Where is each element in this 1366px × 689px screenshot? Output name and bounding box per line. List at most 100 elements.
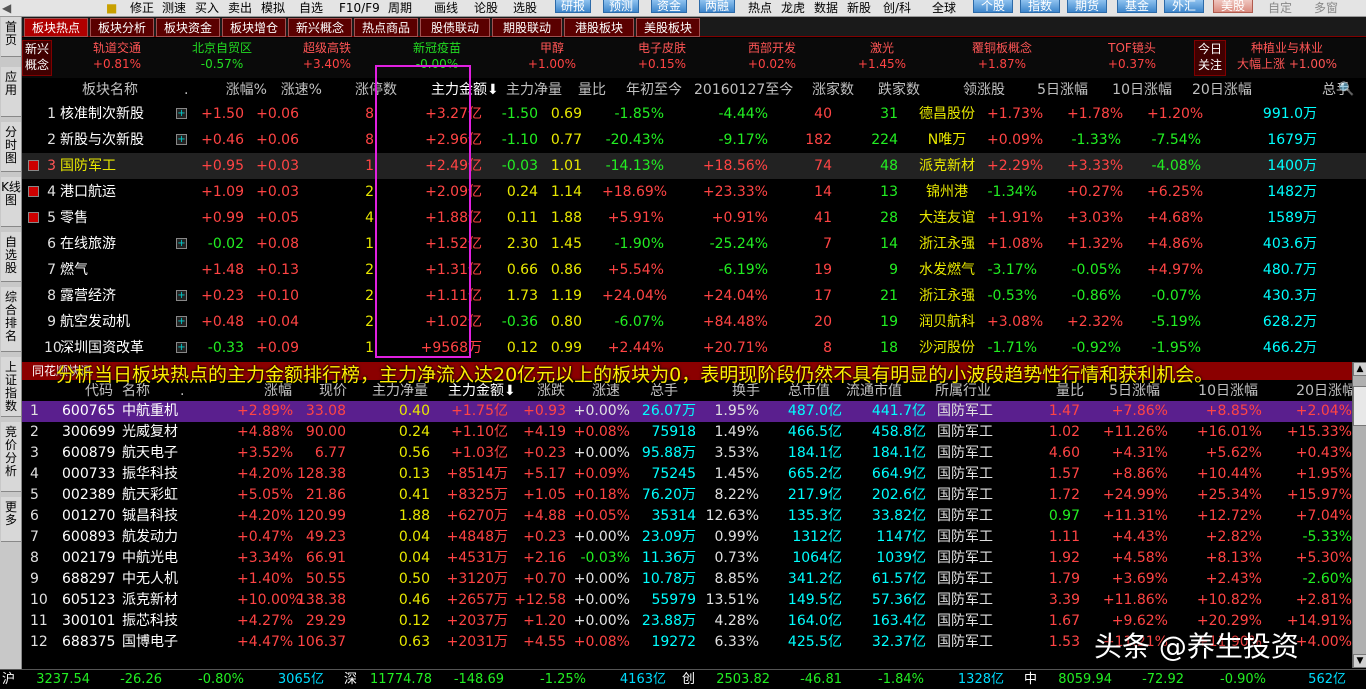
toolbar-us[interactable]: 美股: [1213, 0, 1253, 13]
stock-row[interactable]: 6 001270 铖昌科技 +4.20% 120.99 1.88 +6270万 +4.88 +0…: [22, 506, 1352, 527]
ticker-item-9[interactable]: 覆铜板概念 +1.87%: [947, 40, 1057, 72]
board-cell-1[interactable]: 在线旅游: [60, 231, 155, 257]
scroll-down-icon[interactable]: ▼: [1353, 654, 1366, 668]
stock-cell-1[interactable]: 600879: [62, 443, 115, 464]
board-header-9[interactable]: 20160127至今: [694, 79, 793, 101]
tab-9[interactable]: 美股板块: [636, 18, 700, 37]
side-0[interactable]: 首页: [1, 17, 21, 57]
board-cell-1[interactable]: 国防军工: [60, 153, 155, 179]
toolbar-multi[interactable]: 多窗: [1314, 0, 1338, 17]
side-1[interactable]: 应用: [1, 67, 21, 117]
stock-cell-1[interactable]: 605123: [62, 590, 115, 611]
stock-row[interactable]: 5 002389 航天彩虹 +5.05% 21.86 0.41 +8325万 +1.05 +0.…: [22, 485, 1352, 506]
toolbar-watch[interactable]: 自选: [299, 0, 323, 17]
board-cell-1[interactable]: 深圳国资改革: [60, 335, 155, 361]
board-header-13[interactable]: 5日涨幅: [1030, 79, 1088, 101]
stock-header-1[interactable]: 名称: [122, 381, 177, 401]
stock-cell-2[interactable]: 派克新材: [122, 590, 192, 611]
board-row[interactable]: 4 港口航运 +1.09 +0.03 2 +2.09亿 0.24 1.14 +18.69% +23…: [22, 179, 1366, 205]
board-header-1[interactable]: .: [184, 79, 194, 101]
toolbar-data[interactable]: 数据: [814, 0, 838, 17]
stock-header-12[interactable]: 流通市值: [830, 381, 902, 401]
tab-2[interactable]: 板块资金: [156, 18, 220, 37]
status-sz-label[interactable]: 深: [344, 670, 357, 689]
toolbar-hot[interactable]: 热点: [748, 0, 772, 17]
tab-1[interactable]: 板块分析: [90, 18, 154, 37]
board-header-12[interactable]: 领涨股: [954, 79, 1014, 101]
board-header-7[interactable]: 量比: [574, 79, 606, 101]
board-cell-1[interactable]: 核准制次新股: [60, 101, 155, 127]
board-row[interactable]: +10 深圳国资改革 -0.33 +0.09 1 +9568万 0.12 0.99 +2.44%…: [22, 335, 1366, 361]
side-5[interactable]: 综合排名: [1, 287, 21, 352]
toolbar-sell[interactable]: 卖出: [228, 0, 252, 17]
stock-header-14[interactable]: 量比: [1012, 381, 1084, 401]
stock-header-13[interactable]: 所属行业: [935, 381, 1005, 401]
board-cell-12[interactable]: 水发燃气: [912, 257, 982, 283]
search-icon[interactable]: 🔍: [1338, 79, 1354, 101]
ticker-item-2[interactable]: 北京自贸区 -0.57%: [172, 40, 272, 72]
home-icon[interactable]: ■: [106, 0, 117, 17]
board-row[interactable]: +6 在线旅游 -0.02 +0.08 1 +1.52亿 2.30 1.45 -1.90% -25…: [22, 231, 1366, 257]
back-icon[interactable]: ◀: [2, 0, 18, 17]
board-header-2[interactable]: 涨幅%: [222, 79, 267, 101]
stock-cell-1[interactable]: 300101: [62, 611, 115, 632]
status-zh-label[interactable]: 中: [1024, 670, 1037, 689]
stock-header-5[interactable]: 主力净量: [356, 381, 428, 401]
expand-arrow-icon[interactable]: [28, 212, 39, 223]
stock-header-2[interactable]: .: [180, 381, 190, 401]
stock-cell-2[interactable]: 中航重机: [122, 401, 192, 422]
board-header-11[interactable]: 跌家数: [872, 79, 920, 101]
stock-row[interactable]: 3 600879 航天电子 +3.52% 6.77 0.56 +1.03亿 +0.23 +0.0…: [22, 443, 1352, 464]
board-row[interactable]: +2 新股与次新股 +0.46 +0.06 8 +2.96亿 -1.10 0.77 -20.43…: [22, 127, 1366, 153]
board-cell-1[interactable]: 燃气: [60, 257, 155, 283]
stock-cell-2[interactable]: 中航光电: [122, 548, 192, 569]
stock-header-9[interactable]: 总手: [620, 381, 678, 401]
board-cell-12[interactable]: 大连友谊: [912, 205, 982, 231]
stock-header-7[interactable]: 涨跌: [510, 381, 565, 401]
toolbar-period[interactable]: 周期: [388, 0, 412, 17]
toolbar-forecast[interactable]: 预测: [603, 0, 639, 13]
stock-cell-1[interactable]: 001270: [62, 506, 115, 527]
board-cell-12[interactable]: 沙河股份: [912, 335, 982, 361]
scroll-thumb[interactable]: [1353, 386, 1366, 426]
vertical-scrollbar[interactable]: ▲ ▼: [1352, 362, 1366, 668]
tab-4[interactable]: 新兴概念: [288, 18, 352, 37]
stock-cell-2[interactable]: 航天电子: [122, 443, 192, 464]
side-8[interactable]: 更多: [1, 497, 21, 542]
toolbar-f10[interactable]: F10/F9: [339, 0, 380, 17]
stock-header-16[interactable]: 10日涨幅: [1178, 381, 1258, 401]
board-cell-1[interactable]: 露营经济: [60, 283, 155, 309]
ticker-item-0[interactable]: 新兴 概念: [22, 40, 52, 76]
side-2[interactable]: 分时图: [1, 122, 21, 172]
stock-cell-2[interactable]: 航天彩虹: [122, 485, 192, 506]
toolbar-futures[interactable]: 期货: [1067, 0, 1107, 13]
ticker-item-10[interactable]: TOF镜头 +0.37%: [1072, 40, 1192, 72]
board-header-8[interactable]: 年初至今: [620, 79, 682, 101]
board-row[interactable]: 3 国防军工 +0.95 +0.03 1 +2.49亿 -0.03 1.01 -14.13% +1…: [22, 153, 1366, 179]
status-cy-label[interactable]: 创: [682, 670, 695, 689]
board-row[interactable]: 7 燃气 +1.48 +0.13 2 +1.31亿 0.66 0.86 +5.54% -6.19%…: [22, 257, 1366, 283]
status-sh-label[interactable]: 沪: [2, 670, 15, 689]
ticker-item-12[interactable]: 种植业与林业 大幅上涨 +1.00%: [1227, 40, 1347, 72]
side-6[interactable]: 上证指数: [1, 357, 21, 417]
sort-down-icon[interactable]: ⬇: [504, 381, 516, 401]
board-cell-1[interactable]: 港口航运: [60, 179, 155, 205]
board-cell-1[interactable]: 新股与次新股: [60, 127, 155, 153]
board-row[interactable]: +8 露营经济 +0.23 +0.10 2 +1.11亿 1.73 1.19 +24.04% +2…: [22, 283, 1366, 309]
stock-header-11[interactable]: 总市值: [760, 381, 830, 401]
ticker-item-5[interactable]: 甲醇 +1.00%: [502, 40, 602, 72]
board-header-6[interactable]: 主力净量: [494, 79, 562, 101]
stock-cell-1[interactable]: 688375: [62, 632, 115, 653]
tab-5[interactable]: 热点商品: [354, 18, 418, 37]
side-3[interactable]: K线图: [1, 177, 21, 227]
expand-arrow-icon[interactable]: [28, 160, 39, 171]
stock-cell-1[interactable]: 300699: [62, 422, 115, 443]
stock-row[interactable]: 10 605123 派克新材 +10.00% 138.38 0.46 +2657万 +12.5…: [22, 590, 1352, 611]
toolbar-sim[interactable]: 模拟: [261, 0, 285, 17]
stock-cell-2[interactable]: 光威复材: [122, 422, 192, 443]
toolbar-index[interactable]: 指数: [1020, 0, 1060, 13]
toolbar-fund2[interactable]: 基金: [1117, 0, 1157, 13]
stock-row[interactable]: 7 600893 航发动力 +0.47% 49.23 0.04 +4848万 +0.23 +0.…: [22, 527, 1352, 548]
expand-arrow-icon[interactable]: [28, 186, 39, 197]
stock-cell-1[interactable]: 000733: [62, 464, 115, 485]
